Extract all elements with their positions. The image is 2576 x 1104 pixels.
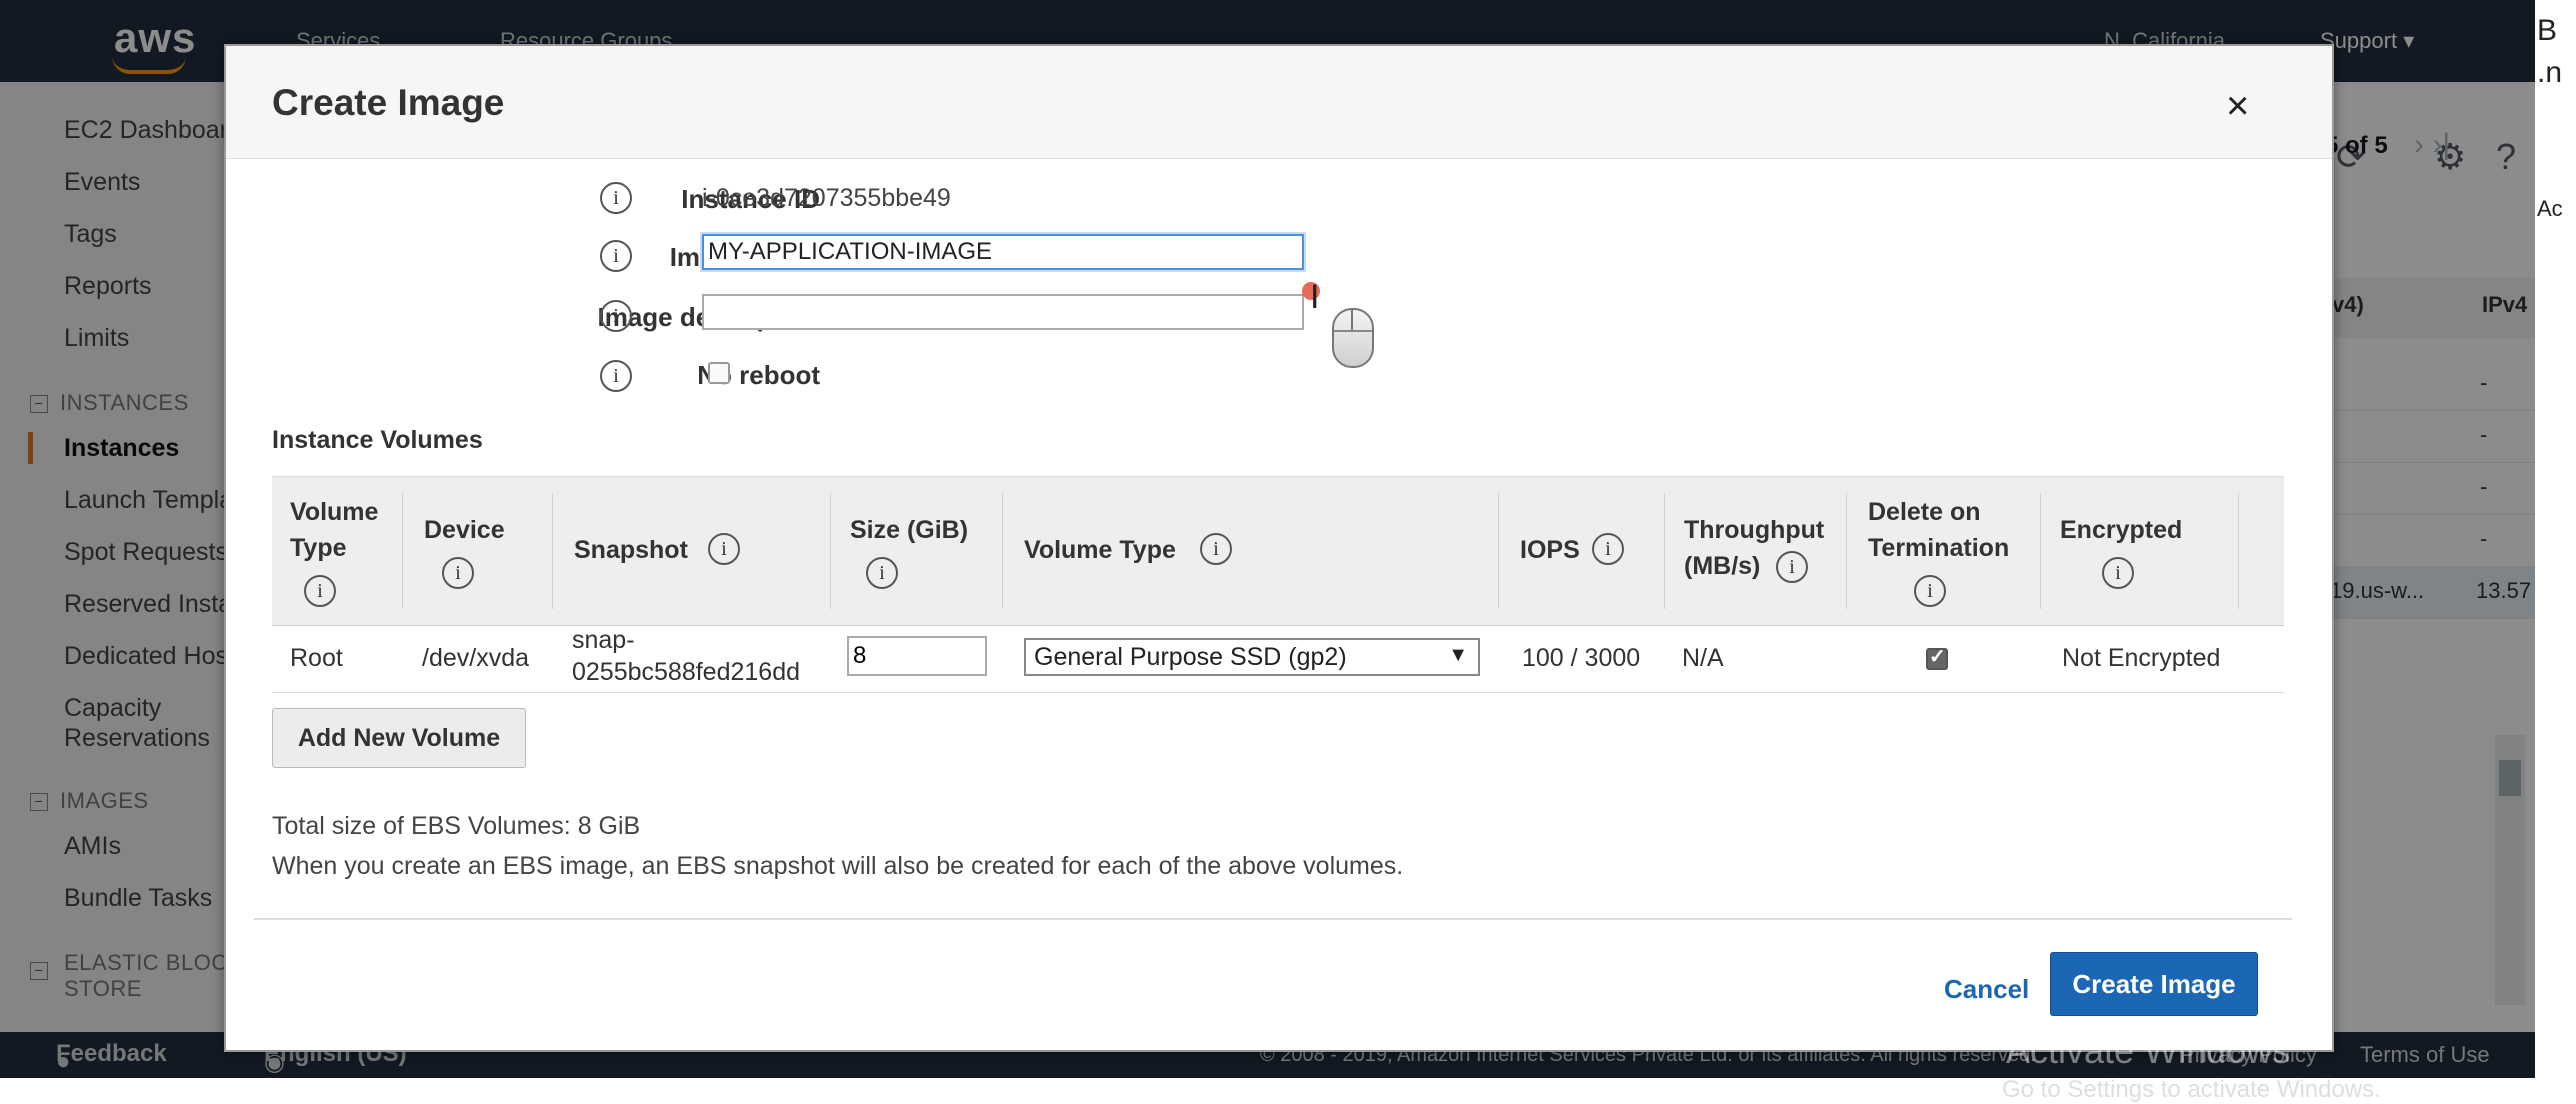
info-icon[interactable]: i <box>866 557 898 589</box>
column-header-delete-on-termination: Delete on <box>1868 498 1981 526</box>
column-header-volume-type: Type <box>290 534 347 562</box>
column-divider <box>2040 493 2041 609</box>
table-row: Root /dev/xvda snap- 0255bc588fed216dd G… <box>272 624 2284 693</box>
dialog-title: Create Image <box>272 82 505 123</box>
info-icon[interactable]: i <box>600 240 632 272</box>
volume-type-select[interactable]: General Purpose SSD (gp2) ▼ <box>1024 638 1480 676</box>
column-divider <box>1002 493 1003 609</box>
add-new-volume-button[interactable]: Add New Volume <box>272 708 526 768</box>
iops-cell: 100 / 3000 <box>1522 644 1641 672</box>
column-divider <box>1664 493 1665 609</box>
dialog-header: Create Image × <box>226 46 2332 159</box>
info-icon[interactable]: i <box>1776 551 1808 583</box>
throughput-cell: N/A <box>1682 644 1724 672</box>
create-image-button[interactable]: Create Image <box>2050 952 2258 1016</box>
column-header-size: Size (GiB) <box>850 516 969 544</box>
activate-windows-watermark: Activate Windows <box>2006 1030 2291 1071</box>
column-header-device: Device <box>424 516 505 544</box>
column-header-throughput: (MB/s) <box>1684 552 1761 580</box>
column-divider <box>1498 493 1499 609</box>
image-name-input[interactable] <box>702 234 1304 270</box>
edge-glyph: .n <box>2537 56 2563 89</box>
dialog-divider <box>254 918 2292 920</box>
mouse-icon <box>1332 308 1374 368</box>
close-icon[interactable]: × <box>2226 86 2249 126</box>
info-icon[interactable]: i <box>442 557 474 589</box>
activate-windows-subtext: Go to Settings to activate Windows. <box>2002 1076 2381 1103</box>
column-header-delete-on-termination: Termination <box>1868 534 2010 562</box>
text-cursor-icon: I <box>1310 278 1320 316</box>
column-header-throughput: Throughput <box>1684 516 1825 544</box>
info-icon[interactable]: i <box>600 300 632 332</box>
instance-id-value: i-0ce3d7207355bbe49 <box>702 184 951 212</box>
info-icon[interactable]: i <box>1200 533 1232 565</box>
column-divider <box>1846 493 1847 609</box>
adjacent-window-edge: B .n Ac <box>2535 0 2576 1096</box>
column-divider <box>552 493 553 609</box>
column-divider <box>402 493 403 609</box>
edge-glyph: B <box>2537 14 2558 47</box>
create-image-dialog: Create Image × Instance ID i i-0ce3d7207… <box>224 44 2334 1052</box>
image-description-input[interactable] <box>702 294 1304 330</box>
snapshot-cell: 0255bc588fed216dd <box>572 658 801 686</box>
table-header: Volume Type i Device i Snapshot i Size (… <box>272 476 2284 626</box>
dropdown-arrow-icon: ▼ <box>1448 644 1468 666</box>
column-header-iops: IOPS <box>1520 536 1580 564</box>
cancel-button[interactable]: Cancel <box>1944 974 2029 1005</box>
info-icon[interactable]: i <box>1914 575 1946 607</box>
instance-volumes-title: Instance Volumes <box>272 426 483 454</box>
column-header-encrypted: Encrypted <box>2060 516 2183 544</box>
info-icon[interactable]: i <box>708 533 740 565</box>
info-icon[interactable]: i <box>2102 557 2134 589</box>
total-size-text: Total size of EBS Volumes: 8 GiB <box>272 812 641 840</box>
encrypted-cell: Not Encrypted <box>2062 644 2221 672</box>
snapshot-cell: snap- <box>572 626 635 654</box>
edge-glyph: Ac <box>2537 196 2563 221</box>
column-header-volume-type-select: Volume Type <box>1024 536 1176 564</box>
column-divider <box>830 493 831 609</box>
snapshot-note-text: When you create an EBS image, an EBS sna… <box>272 852 1404 880</box>
info-icon[interactable]: i <box>600 360 632 392</box>
volume-type-selected: General Purpose SSD (gp2) <box>1034 643 1347 671</box>
column-header-volume-type: Volume <box>290 498 379 526</box>
no-reboot-checkbox[interactable] <box>708 362 730 384</box>
info-icon[interactable]: i <box>1592 533 1624 565</box>
column-header-snapshot: Snapshot <box>574 536 688 564</box>
info-icon[interactable]: i <box>600 182 632 214</box>
size-input[interactable] <box>847 636 987 676</box>
volume-type-cell: Root <box>290 644 343 672</box>
delete-on-termination-checkbox[interactable] <box>1926 644 1948 670</box>
device-cell: /dev/xvda <box>422 644 530 672</box>
info-icon[interactable]: i <box>304 575 336 607</box>
column-divider <box>2238 493 2239 609</box>
